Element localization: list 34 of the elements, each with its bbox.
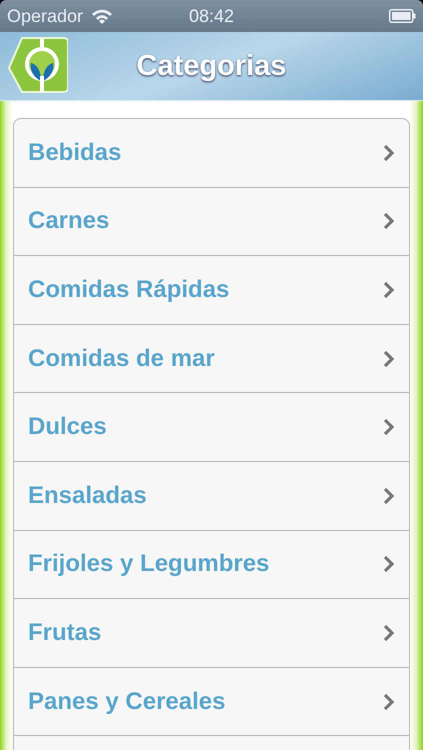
chevron-icon — [383, 624, 395, 642]
battery-icon — [389, 9, 416, 23]
category-label: Comidas de mar — [28, 344, 216, 373]
category-label: Frutas — [28, 618, 102, 647]
chevron-icon — [383, 212, 395, 230]
chevron-icon — [383, 350, 395, 368]
chevron-icon — [383, 144, 395, 162]
leaf-logo-icon — [8, 36, 68, 96]
screen-title: Categorias — [136, 50, 286, 82]
chevron-icon — [383, 555, 395, 574]
back-button[interactable] — [8, 36, 68, 96]
category-label: Dulces — [28, 413, 108, 442]
chevron-icon — [383, 692, 395, 711]
category-row[interactable]: Dulces — [14, 393, 409, 462]
carrier-name: Operador — [7, 6, 84, 26]
category-row[interactable]: Frutas — [14, 599, 409, 668]
status-time: 08:42 — [188, 6, 234, 26]
category-row[interactable]: Frijoles y Legumbres — [14, 530, 409, 600]
chevron-icon — [383, 280, 395, 299]
category-label: Ensaladas — [28, 482, 148, 510]
category-row[interactable]: Comidas Rápidas — [14, 256, 409, 325]
category-label: Carnes — [28, 207, 110, 236]
chevron-icon — [383, 418, 395, 436]
chevron-icon — [383, 486, 395, 505]
category-row[interactable]: Ensaladas — [14, 462, 409, 531]
category-label: Bebidas — [28, 138, 122, 167]
category-label: Frijoles y Legumbres — [28, 550, 270, 578]
category-label: Comidas Rápidas — [28, 276, 230, 304]
category-row[interactable]: Bebidas — [14, 119, 409, 188]
category-row[interactable]: Panes y Cereales — [14, 668, 409, 736]
category-row[interactable]: Comidas de mar — [14, 324, 409, 394]
category-row[interactable]: Carnes — [14, 188, 409, 256]
wifi-icon — [91, 8, 114, 24]
category-label: Panes y Cereales — [28, 688, 226, 716]
